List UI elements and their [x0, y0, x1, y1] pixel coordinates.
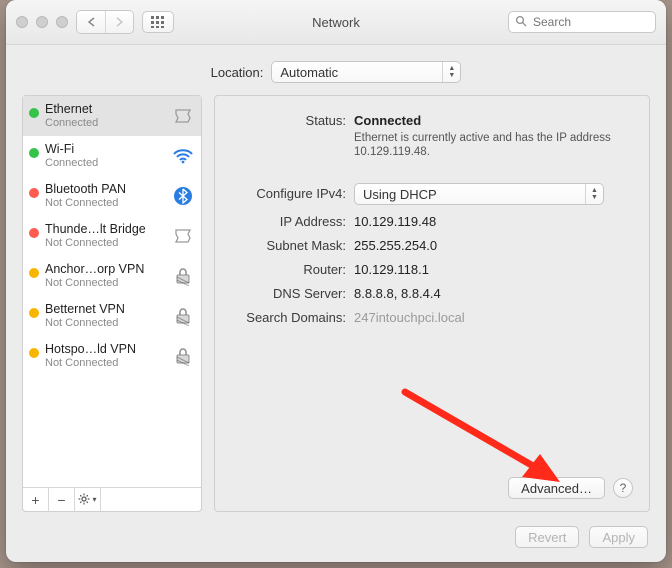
show-all-button[interactable]: [142, 11, 174, 33]
ip-address-label: IP Address:: [229, 211, 354, 229]
service-sub: Connected: [45, 116, 165, 130]
dns-server-label: DNS Server:: [229, 283, 354, 301]
service-item-anchor-vpn[interactable]: Anchor…orp VPN Not Connected: [23, 256, 201, 296]
window-controls: [16, 16, 68, 28]
service-name: Anchor…orp VPN: [45, 262, 165, 276]
forward-button[interactable]: [105, 11, 133, 33]
search-domains-value: 247intouchpci.local: [354, 307, 633, 325]
ethernet-icon: [171, 106, 195, 126]
service-item-wifi[interactable]: Wi-Fi Connected: [23, 136, 201, 176]
service-item-hotspot-vpn[interactable]: Hotspo…ld VPN Not Connected: [23, 336, 201, 376]
service-sub: Not Connected: [45, 236, 165, 250]
service-item-ethernet[interactable]: Ethernet Connected: [23, 96, 201, 136]
revert-button-label: Revert: [528, 530, 566, 545]
location-select[interactable]: Automatic ▲▼: [271, 61, 461, 83]
configure-ipv4-value: Using DHCP: [363, 187, 437, 202]
wifi-icon: [171, 146, 195, 166]
location-row: Location: Automatic ▲▼: [6, 45, 666, 95]
status-value: Connected: [354, 113, 633, 128]
service-sub: Not Connected: [45, 356, 165, 370]
chevron-down-icon: ▾: [92, 495, 96, 504]
advanced-button[interactable]: Advanced…: [508, 477, 605, 499]
service-name: Betternet VPN: [45, 302, 165, 316]
subnet-mask-label: Subnet Mask:: [229, 235, 354, 253]
service-name: Thunde…lt Bridge: [45, 222, 165, 236]
revert-button[interactable]: Revert: [515, 526, 579, 548]
service-actions-button[interactable]: ▾: [75, 488, 101, 512]
ip-address-value: 10.129.119.48: [354, 211, 633, 229]
add-service-button[interactable]: +: [23, 488, 49, 512]
search-field[interactable]: [508, 11, 656, 33]
search-input[interactable]: [533, 15, 649, 29]
lock-icon: [171, 266, 195, 286]
status-label: Status:: [229, 110, 354, 128]
apply-button-label: Apply: [602, 530, 635, 545]
status-dot-icon: [29, 188, 39, 198]
service-item-betternet-vpn[interactable]: Betternet VPN Not Connected: [23, 296, 201, 336]
subnet-mask-value: 255.255.254.0: [354, 235, 633, 253]
status-dot-icon: [29, 308, 39, 318]
lock-icon: [171, 306, 195, 326]
service-sub: Not Connected: [45, 196, 165, 210]
network-preferences-window: Network Location: Automatic ▲▼ Ethernet: [6, 0, 666, 562]
help-button[interactable]: ?: [613, 478, 633, 498]
ethernet-icon: [171, 226, 195, 246]
service-sub: Not Connected: [45, 276, 165, 290]
help-icon: ?: [620, 481, 627, 495]
lock-icon: [171, 346, 195, 366]
chevron-up-down-icon: ▲▼: [442, 62, 460, 82]
titlebar: Network: [6, 0, 666, 45]
status-dot-icon: [29, 268, 39, 278]
service-name: Ethernet: [45, 102, 165, 116]
nav-segmented: [76, 10, 134, 34]
apply-button[interactable]: Apply: [589, 526, 648, 548]
configure-ipv4-select[interactable]: Using DHCP ▲▼: [354, 183, 604, 205]
status-dot-icon: [29, 348, 39, 358]
configure-ipv4-label: Configure IPv4:: [229, 183, 354, 201]
detail-panel: Status: Connected Ethernet is currently …: [214, 95, 650, 512]
gear-icon: [78, 492, 90, 508]
minimize-window-button[interactable]: [36, 16, 48, 28]
service-item-bluetooth-pan[interactable]: Bluetooth PAN Not Connected: [23, 176, 201, 216]
location-value: Automatic: [280, 65, 338, 80]
status-dot-icon: [29, 148, 39, 158]
service-name: Bluetooth PAN: [45, 182, 165, 196]
search-icon: [515, 15, 527, 30]
zoom-window-button[interactable]: [56, 16, 68, 28]
router-value: 10.129.118.1: [354, 259, 633, 277]
chevron-up-down-icon: ▲▼: [585, 184, 603, 204]
status-description: Ethernet is currently active and has the…: [354, 131, 614, 159]
service-name: Hotspo…ld VPN: [45, 342, 165, 356]
back-button[interactable]: [77, 11, 105, 33]
service-sub: Not Connected: [45, 316, 165, 330]
service-list[interactable]: Ethernet Connected Wi-Fi Connected: [23, 96, 201, 487]
location-label: Location:: [211, 65, 264, 80]
service-item-thunderbolt-bridge[interactable]: Thunde…lt Bridge Not Connected: [23, 216, 201, 256]
service-name: Wi-Fi: [45, 142, 165, 156]
service-sidebar: Ethernet Connected Wi-Fi Connected: [22, 95, 202, 512]
search-domains-label: Search Domains:: [229, 307, 354, 325]
sidebar-toolbar: + − ▾: [23, 487, 201, 511]
dns-server-value: 8.8.8.8, 8.8.4.4: [354, 283, 633, 301]
advanced-button-label: Advanced…: [521, 481, 592, 496]
remove-service-button[interactable]: −: [49, 488, 75, 512]
bluetooth-icon: [171, 186, 195, 206]
status-dot-icon: [29, 108, 39, 118]
window-footer: Revert Apply: [6, 520, 666, 562]
router-label: Router:: [229, 259, 354, 277]
status-dot-icon: [29, 228, 39, 238]
main-area: Ethernet Connected Wi-Fi Connected: [6, 95, 666, 520]
service-sub: Connected: [45, 156, 165, 170]
close-window-button[interactable]: [16, 16, 28, 28]
